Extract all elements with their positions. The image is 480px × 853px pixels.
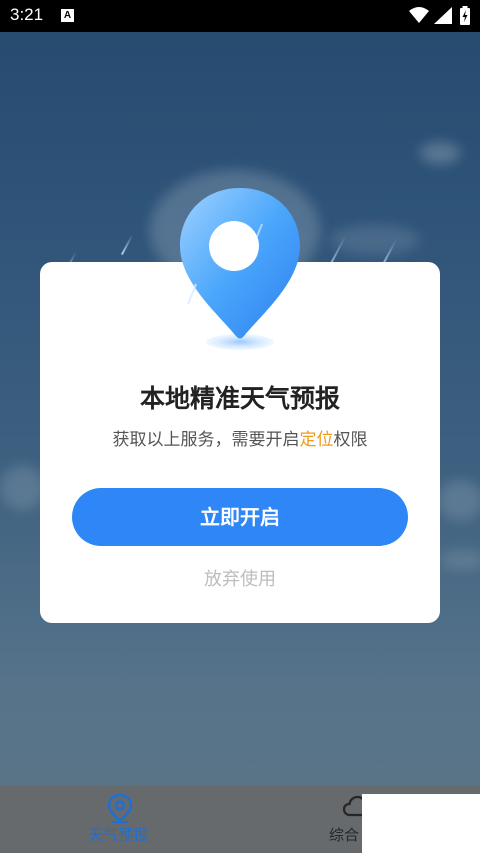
status-bar: 3:21 A xyxy=(0,0,480,32)
app-screen: 3:21 A 本地精准天气预报 获取以上服务，需要开启定位权限 立即开启 放弃使… xyxy=(0,0,480,853)
battery-charging-icon xyxy=(460,6,470,25)
give-up-button[interactable]: 放弃使用 xyxy=(40,565,440,591)
background-cloud xyxy=(420,142,460,164)
location-pin-icon xyxy=(180,188,300,350)
dialog-title: 本地精准天气预报 xyxy=(139,384,340,413)
overlay-panel xyxy=(362,794,480,853)
background-cloud xyxy=(440,550,480,570)
notification-a-icon: A xyxy=(61,9,74,22)
status-time: 3:21 xyxy=(10,5,44,24)
signal-icon xyxy=(434,7,452,24)
subtitle-highlight: 定位 xyxy=(299,430,334,450)
raindrop xyxy=(120,234,134,256)
background-cloud xyxy=(438,480,480,520)
tab-weather-forecast-label: 天气预报 xyxy=(88,826,149,844)
location-pin-icon xyxy=(107,793,133,823)
subtitle-text-start: 获取以上服务，需要开启 xyxy=(112,430,300,450)
tab-weather-forecast[interactable]: 天气预报 xyxy=(0,786,240,853)
tab-overview-label: 综合 xyxy=(329,826,360,844)
subtitle-text-end: 权限 xyxy=(333,430,368,450)
dialog-subtitle: 获取以上服务，需要开启定位权限 xyxy=(40,425,440,450)
wifi-icon xyxy=(409,7,429,23)
enable-now-button[interactable]: 立即开启 xyxy=(72,488,408,546)
background-cloud xyxy=(0,465,45,510)
